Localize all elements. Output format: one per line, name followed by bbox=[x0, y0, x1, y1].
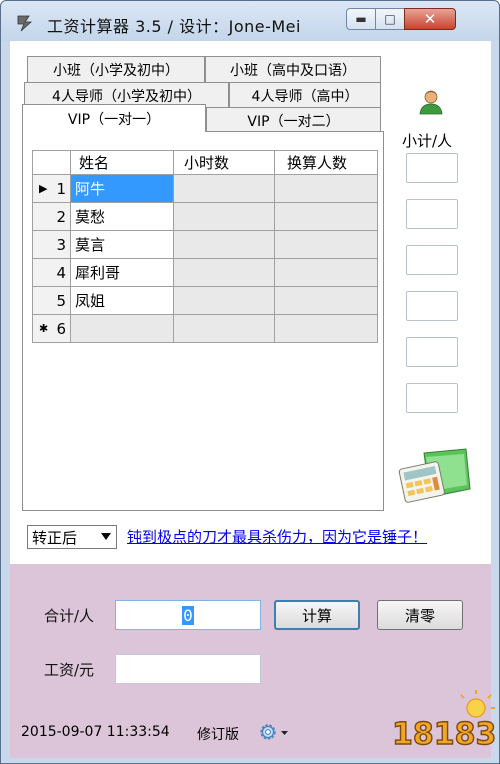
row-header[interactable]: 2 bbox=[32, 203, 71, 231]
mode-select-value: 转正后 bbox=[32, 528, 78, 547]
converted-cell[interactable] bbox=[275, 259, 378, 287]
slogan-link[interactable]: 钝到极点的刀才最具杀伤力，因为它是锤子！ bbox=[127, 526, 427, 547]
name-cell[interactable] bbox=[71, 315, 174, 343]
subtotal-field[interactable] bbox=[406, 153, 458, 183]
table-row[interactable]: 4 犀利哥 bbox=[32, 259, 378, 287]
app-icon bbox=[17, 15, 33, 32]
converted-cell[interactable] bbox=[275, 175, 378, 203]
table-row[interactable]: 3 莫言 bbox=[32, 231, 378, 259]
hours-cell[interactable] bbox=[174, 175, 275, 203]
grid-corner bbox=[32, 150, 71, 175]
name-cell[interactable]: 凤姐 bbox=[71, 287, 174, 315]
total-input[interactable]: 0 bbox=[115, 600, 261, 630]
row-header[interactable]: ✱ 6 bbox=[32, 315, 71, 343]
calculator-icon bbox=[398, 448, 471, 503]
hours-cell[interactable] bbox=[174, 203, 275, 231]
header-hours[interactable]: 小时数 bbox=[174, 150, 275, 175]
subtotal-label: 小计/人 bbox=[402, 132, 453, 150]
site-watermark: 18183 bbox=[391, 690, 496, 753]
hours-cell[interactable] bbox=[174, 259, 275, 287]
row-header[interactable]: 4 bbox=[32, 259, 71, 287]
converted-cell[interactable] bbox=[275, 203, 378, 231]
gear-icon[interactable] bbox=[257, 720, 291, 744]
row-number: 6 bbox=[56, 319, 66, 338]
table-row[interactable]: 2 莫愁 bbox=[32, 203, 378, 231]
hours-cell[interactable] bbox=[174, 231, 275, 259]
subtotal-field[interactable] bbox=[406, 383, 458, 413]
tab-vip-one-on-one[interactable]: VIP（一对一） bbox=[22, 104, 206, 132]
title-bar[interactable]: 工资计算器 3.5 / 设计：Jone-Mei ▬ □ ✕ bbox=[1, 1, 499, 41]
name-cell[interactable]: 莫愁 bbox=[71, 203, 174, 231]
subtotal-field[interactable] bbox=[406, 245, 458, 275]
header-name[interactable]: 姓名 bbox=[71, 150, 174, 175]
converted-cell[interactable] bbox=[275, 287, 378, 315]
maximize-button[interactable]: □ bbox=[375, 8, 405, 30]
chevron-down-icon bbox=[101, 533, 111, 540]
salary-label: 工资/元 bbox=[44, 661, 95, 679]
subtotal-field[interactable] bbox=[406, 291, 458, 321]
grid-header-row: 姓名 小时数 换算人数 bbox=[32, 150, 378, 178]
converted-cell[interactable] bbox=[275, 315, 378, 343]
tab-small-class-primary[interactable]: 小班（小学及初中） bbox=[27, 56, 205, 82]
subtotal-field[interactable] bbox=[406, 199, 458, 229]
watermark-text: 18183 bbox=[392, 717, 496, 752]
row-header[interactable]: 3 bbox=[32, 231, 71, 259]
total-label: 合计/人 bbox=[44, 607, 95, 625]
total-value: 0 bbox=[182, 605, 194, 625]
status-datetime: 2015-09-07 11:33:54 bbox=[21, 724, 170, 740]
person-icon bbox=[419, 90, 443, 115]
subtotal-field[interactable] bbox=[406, 337, 458, 367]
new-row-marker: ✱ bbox=[39, 322, 49, 335]
name-cell[interactable]: 犀利哥 bbox=[71, 259, 174, 287]
header-converted[interactable]: 换算人数 bbox=[275, 150, 378, 175]
clear-button[interactable]: 清零 bbox=[377, 600, 463, 630]
minimize-button[interactable]: ▬ bbox=[346, 8, 376, 30]
calculate-button[interactable]: 计算 bbox=[274, 600, 360, 630]
row-number: 3 bbox=[56, 235, 66, 254]
salary-input[interactable] bbox=[115, 654, 261, 684]
row-header[interactable]: 5 bbox=[32, 287, 71, 315]
row-number: 2 bbox=[56, 207, 66, 226]
row-number: 4 bbox=[56, 263, 66, 282]
converted-cell[interactable] bbox=[275, 231, 378, 259]
revision-label: 修订版 bbox=[197, 727, 239, 743]
row-number: 1 bbox=[56, 179, 66, 198]
table-row[interactable]: 5 凤姐 bbox=[32, 287, 378, 315]
row-number: 5 bbox=[56, 291, 66, 310]
name-cell[interactable]: 阿牛 bbox=[71, 175, 174, 203]
tab-vip-one-on-two[interactable]: VIP（一对二） bbox=[206, 107, 381, 133]
hours-cell[interactable] bbox=[174, 287, 275, 315]
tab-small-class-high[interactable]: 小班（高中及口语） bbox=[205, 56, 381, 82]
tab-four-tutor-high[interactable]: 4人导师（高中） bbox=[229, 82, 381, 108]
window-title: 工资计算器 3.5 / 设计：Jone-Mei bbox=[47, 17, 301, 36]
table-row[interactable]: ▶ 1 阿牛 bbox=[32, 175, 378, 203]
name-cell[interactable]: 莫言 bbox=[71, 231, 174, 259]
row-header[interactable]: ▶ 1 bbox=[32, 175, 71, 203]
hours-cell[interactable] bbox=[174, 315, 275, 343]
current-row-marker: ▶ bbox=[39, 182, 48, 195]
new-row[interactable]: ✱ 6 bbox=[32, 315, 378, 343]
close-button[interactable]: ✕ bbox=[404, 8, 456, 30]
mode-select[interactable]: 转正后 bbox=[27, 525, 117, 549]
